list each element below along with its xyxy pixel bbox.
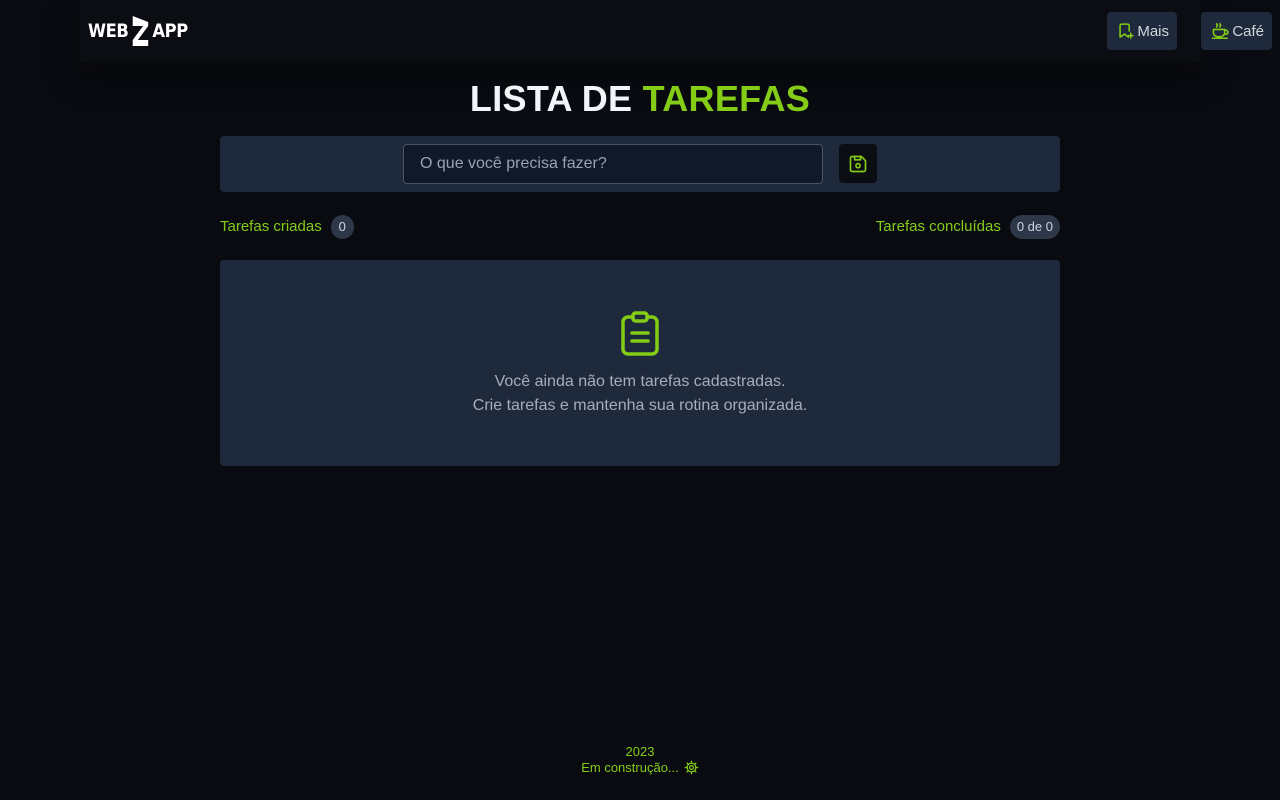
logo[interactable]: WEB APP — [88, 14, 188, 48]
page: WEB APP Mais Café LISTA DE TAREFAS O que… — [0, 0, 1280, 800]
empty-state: Você ainda não tem tarefas cadastradas. … — [220, 260, 1060, 466]
save-button[interactable] — [839, 144, 877, 183]
coffee-icon — [1211, 22, 1229, 40]
title-part-accent: TAREFAS — [642, 78, 811, 119]
footer-status-text: Em construção... — [581, 760, 679, 775]
completed-label: Tarefas concluídas — [875, 218, 1001, 235]
save-icon — [849, 155, 867, 172]
clipboard-icon — [621, 311, 659, 356]
logo-mark-icon — [132, 16, 149, 46]
mais-button[interactable]: Mais — [1107, 12, 1177, 50]
empty-state-line-1: Você ainda não tem tarefas cadastradas. — [494, 373, 786, 390]
page-title: LISTA DE TAREFAS — [0, 78, 1280, 120]
created-count-badge: 0 — [330, 214, 354, 239]
bookmark-plus-icon — [1119, 23, 1134, 39]
cafe-button-label: Café — [1232, 22, 1264, 40]
logo-text-left: WEB — [88, 20, 129, 42]
title-part-white: LISTA DE — [469, 78, 643, 119]
task-input[interactable] — [403, 144, 823, 184]
new-task-form — [220, 136, 1060, 192]
completed-counter: Tarefas concluídas 0 de 0 — [876, 214, 1060, 239]
completed-count-badge: 0 de 0 — [1009, 214, 1060, 239]
gear-icon — [684, 760, 699, 775]
cafe-button[interactable]: Café — [1201, 12, 1272, 50]
mais-button-label: Mais — [1137, 22, 1169, 40]
empty-state-line-2: Crie tarefas e mantenha sua rotina organ… — [472, 397, 808, 414]
footer-status: Em construção... — [0, 760, 1280, 775]
top-header: WEB APP Mais Café — [80, 0, 1272, 62]
footer-year: 2023 — [625, 744, 655, 759]
created-label: Tarefas criadas — [220, 218, 322, 235]
created-counter: Tarefas criadas 0 — [220, 214, 354, 239]
logo-text-right: APP — [152, 20, 188, 42]
